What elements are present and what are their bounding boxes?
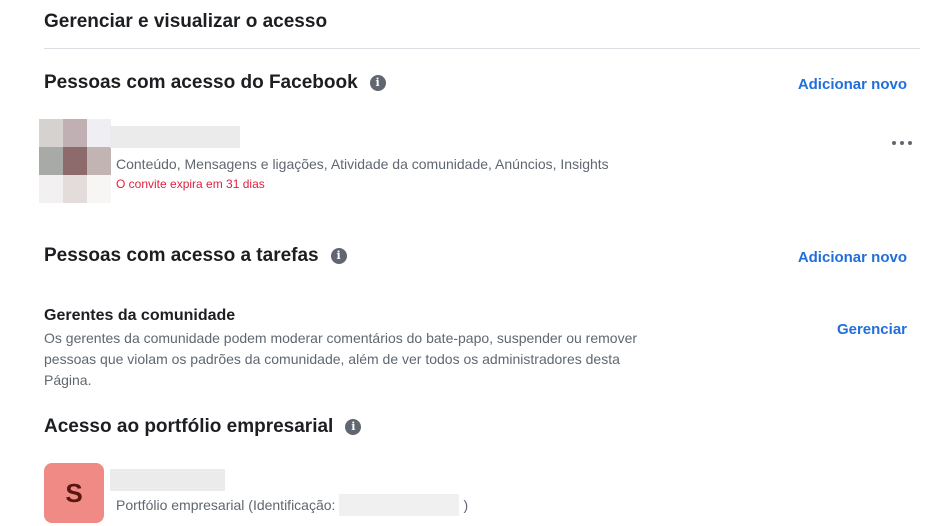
facebook-access-section-title: Pessoas com acesso do Facebook i [44, 72, 386, 94]
avatar-pixel [39, 147, 63, 175]
person-permissions: Conteúdo, Mensagens e ligações, Atividad… [116, 156, 609, 172]
add-person-facebook-button[interactable]: Adicionar novo [798, 76, 907, 93]
avatar-pixel [39, 119, 63, 147]
portfolio-id-label: Portfólio empresarial (Identificação: ) [116, 494, 468, 516]
business-portfolio-section-title: Acesso ao portfólio empresarial i [44, 416, 362, 438]
task-access-title: Pessoas com acesso a tarefas [44, 245, 319, 266]
info-icon[interactable]: i [369, 75, 386, 91]
more-horizontal-icon[interactable] [892, 136, 912, 150]
manage-community-button[interactable]: Gerenciar [837, 321, 907, 338]
invite-status: O convite expira em 31 dias [116, 177, 265, 191]
person-name-redacted [110, 126, 240, 148]
portfolio-avatar: S [44, 463, 104, 523]
avatar-pixel [87, 119, 111, 147]
avatar-pixel [63, 147, 87, 175]
info-icon[interactable]: i [345, 419, 362, 435]
divider [44, 48, 920, 49]
portfolio-label-prefix: Portfólio empresarial (Identificação: [116, 497, 336, 513]
community-managers-description: Os gerentes da comunidade podem moderar … [44, 330, 638, 388]
info-icon[interactable]: i [330, 248, 347, 264]
task-access-section-title: Pessoas com acesso a tarefas i [44, 245, 347, 267]
business-portfolio-title: Acesso ao portfólio empresarial [44, 416, 334, 437]
add-person-tasks-button[interactable]: Adicionar novo [798, 249, 907, 266]
person-avatar [39, 119, 111, 203]
avatar-pixel [63, 175, 87, 203]
avatar-pixel [63, 119, 87, 147]
avatar-pixel [87, 147, 111, 175]
facebook-access-title: Pessoas com acesso do Facebook [44, 72, 358, 93]
portfolio-label-suffix: ) [463, 497, 469, 513]
page-title: Gerenciar e visualizar o acesso [44, 11, 328, 32]
community-managers-title: Gerentes da comunidade [44, 307, 236, 324]
avatar-pixel [87, 175, 111, 203]
portfolio-id-redacted [339, 494, 460, 516]
portfolio-name-redacted [110, 469, 225, 491]
avatar-pixel [39, 175, 63, 203]
